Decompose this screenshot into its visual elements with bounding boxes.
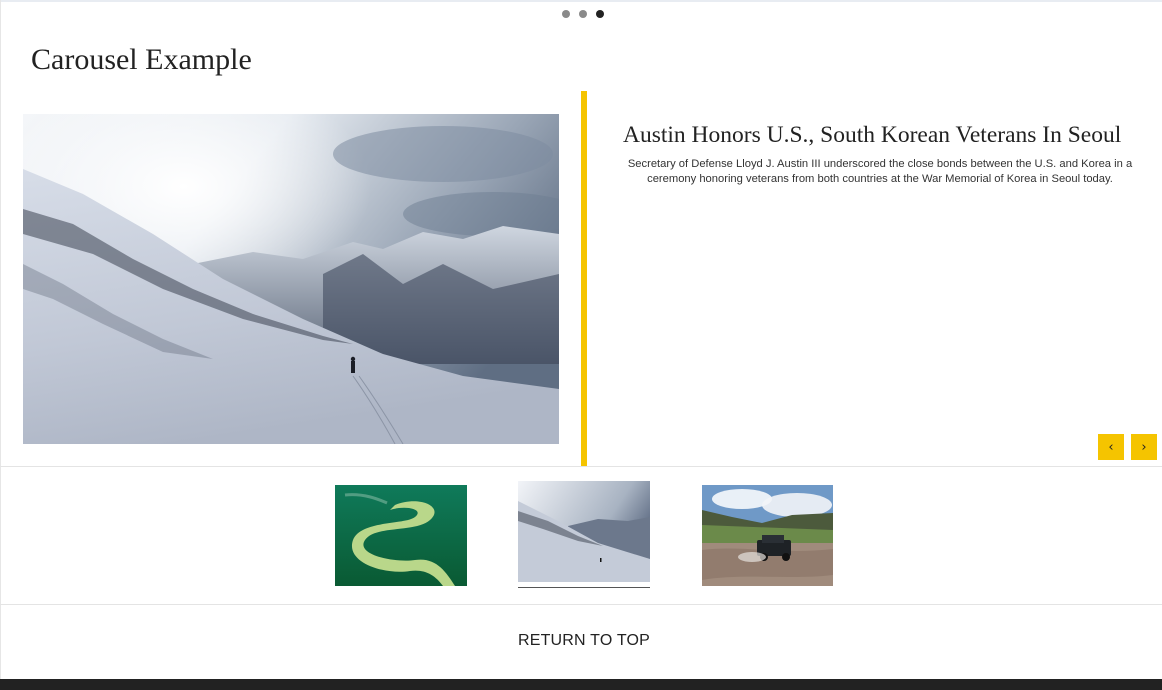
previous-slide-button[interactable]: ‹ [1098,434,1124,460]
slide-divider [0,466,1162,467]
next-slide-button[interactable]: › [1131,434,1157,460]
top-border [0,0,1162,2]
chevron-right-icon: › [1141,439,1147,455]
page-title: Carousel Example [31,43,252,76]
carousel-dot-3[interactable] [596,10,604,18]
snowy-mountain-thumbnail[interactable] [518,481,650,582]
slide-accent-bar [581,91,587,466]
slide-description: Secretary of Defense Lloyd J. Austin III… [627,158,1133,185]
winding-river-thumbnail[interactable] [335,485,467,586]
carousel-indicators [562,10,604,18]
carousel-dot-2[interactable] [579,10,587,18]
left-border [0,0,1,680]
return-to-top-link[interactable]: RETURN TO TOP [0,632,1162,650]
page-footer [0,679,1162,690]
slide-title: Austin Honors U.S., South Korean Veteran… [623,122,1122,148]
slide-main-image [23,114,559,444]
selected-thumbnail-indicator [518,587,650,588]
jeep-river-crossing-thumbnail[interactable] [702,485,833,586]
chevron-left-icon: ‹ [1108,439,1114,455]
carousel-dot-1[interactable] [562,10,570,18]
section-divider [0,604,1162,605]
